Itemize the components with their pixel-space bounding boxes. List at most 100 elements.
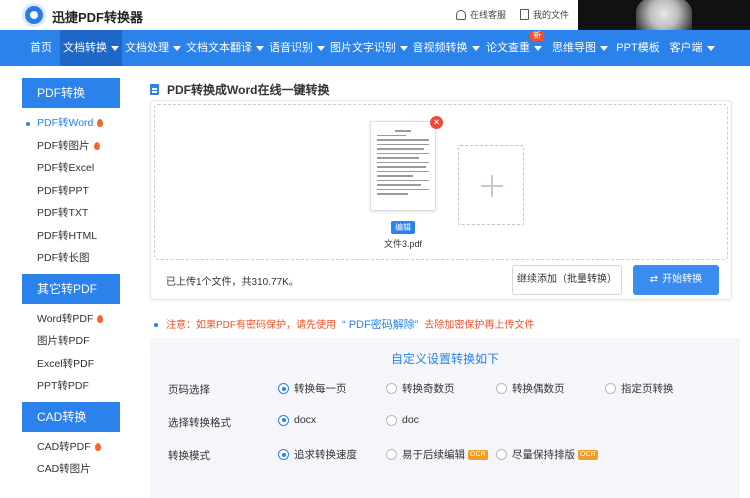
pdf-unlock-link[interactable]: “ PDF密码解除” <box>342 319 418 331</box>
chevron-down-icon <box>173 45 181 51</box>
nav-item-label: 文档处理 <box>125 42 169 54</box>
statue-face <box>636 0 692 30</box>
sidebar-item-label: PDF转图片 <box>37 139 90 152</box>
radio-option[interactable]: 追求转换速度 <box>278 447 357 462</box>
radio-label: 尽量保持排版 <box>512 449 575 461</box>
file-icon <box>520 9 529 20</box>
ocr-badge: OCR <box>468 449 488 460</box>
banner-image[interactable] <box>578 0 750 30</box>
remove-file-button[interactable]: × <box>430 116 443 129</box>
fire-icon <box>94 442 101 451</box>
sidebar-item-label: 图片转PDF <box>37 335 90 347</box>
radio-option[interactable]: doc <box>386 414 419 426</box>
radio-option[interactable]: 指定页转换 <box>605 381 674 396</box>
sidebar-group-title[interactable]: 其它转PDF <box>22 273 120 304</box>
radio-button[interactable] <box>496 383 507 394</box>
chevron-down-icon <box>400 45 408 51</box>
sidebar-item-label: PDF转TXT <box>37 207 89 219</box>
radio-option[interactable]: 尽量保持排版 OCR <box>496 447 598 462</box>
settings-row-label: 页码选择 <box>168 384 210 396</box>
file-thumbnail[interactable] <box>370 121 436 211</box>
sidebar-item[interactable]: PDF转长图 <box>22 247 120 270</box>
nav-item-8[interactable]: 思维导图 <box>546 30 614 66</box>
online-service-label: 在线客服 <box>470 10 507 20</box>
radio-button[interactable] <box>278 383 289 394</box>
continue-add-button[interactable]: 继续添加（批量转换） <box>512 265 622 295</box>
chevron-down-icon <box>256 45 264 51</box>
nav-item-9[interactable]: PPT模板 <box>614 30 662 66</box>
radio-option[interactable]: 易于后续编辑 OCR <box>386 447 488 462</box>
document-icon <box>150 84 159 95</box>
sidebar-item[interactable]: PDF转PPT <box>22 180 120 203</box>
chevron-down-icon <box>317 45 325 51</box>
nav-item-7[interactable]: 论文查重新 <box>482 30 546 66</box>
swap-icon: ⇄ <box>649 274 659 285</box>
password-notice: 注意：如果PDF有密码保护，请先使用 “ PDF密码解除” 去除加密保护再上传文件 <box>154 316 534 332</box>
nav-item-label: 音视频转换 <box>412 42 468 54</box>
sidebar-item[interactable]: PPT转PDF <box>22 375 120 398</box>
sidebar-group-title[interactable]: CAD转换 <box>22 401 120 432</box>
online-service-link[interactable]: 在线客服 <box>456 8 506 21</box>
sidebar-item[interactable]: Word转PDF <box>22 308 120 331</box>
sidebar-item-label: PDF转Word <box>37 117 94 129</box>
radio-button[interactable] <box>386 383 397 394</box>
nav-item-6[interactable]: 音视频转换 <box>410 30 482 66</box>
nav-item-1[interactable]: 文档转换 <box>60 30 122 66</box>
radio-button[interactable] <box>278 414 289 426</box>
sidebar: PDF转换 PDF转Word PDF转图片 PDF转Excel PDF转PPT PDF转T… <box>22 78 120 481</box>
nav-item-label: 语音识别 <box>269 42 313 54</box>
sidebar-item[interactable]: CAD转图片 <box>22 458 120 481</box>
nav-item-label: 首页 <box>30 42 52 54</box>
sidebar-group-title[interactable]: PDF转换 <box>22 78 120 108</box>
ocr-badge: OCR <box>578 449 598 460</box>
sidebar-item-label: Word转PDF <box>37 312 94 325</box>
nav-item-10[interactable]: 客户端 <box>662 30 722 66</box>
sidebar-item[interactable]: PDF转Word <box>22 112 120 135</box>
nav-item-label: 图片文字识别 <box>330 42 396 54</box>
nav-item-label: PPT模板 <box>616 42 660 54</box>
brand-name[interactable]: 迅捷PDF转换器 <box>52 7 143 26</box>
settings-row-label: 转换模式 <box>168 450 210 462</box>
logo-icon[interactable] <box>22 3 46 27</box>
notice-suffix: 去除加密保护再上传文件 <box>424 320 535 331</box>
nav-item-2[interactable]: 文档处理 <box>122 30 184 66</box>
nav-item-3[interactable]: 文档文本翻译 <box>184 30 266 66</box>
sidebar-item[interactable]: PDF转TXT <box>22 202 120 225</box>
nav-item-5[interactable]: 图片文字识别 <box>328 30 410 66</box>
radio-button[interactable] <box>386 414 397 426</box>
radio-option[interactable]: 转换偶数页 <box>496 381 565 396</box>
radio-label: 转换每一页 <box>294 383 347 395</box>
edit-file-button[interactable]: 编辑 <box>391 221 415 234</box>
sidebar-item[interactable]: PDF转Excel <box>22 157 120 180</box>
sidebar-item[interactable]: 图片转PDF <box>22 330 120 353</box>
radio-option[interactable]: 转换奇数页 <box>386 381 455 396</box>
start-convert-button[interactable]: ⇄ 开始转换 <box>633 265 719 295</box>
headset-icon <box>456 9 466 20</box>
nav-item-0[interactable]: 首页 <box>22 30 60 66</box>
radio-option[interactable]: 转换每一页 <box>278 381 347 396</box>
radio-label: 转换偶数页 <box>512 383 565 395</box>
radio-button[interactable] <box>605 383 616 394</box>
my-files-label: 我的文件 <box>533 10 570 20</box>
sidebar-item-label: CAD转图片 <box>37 463 91 475</box>
radio-button[interactable] <box>386 449 397 460</box>
chevron-down-icon <box>600 45 608 51</box>
sidebar-item-label: PPT转PDF <box>37 380 89 392</box>
chevron-down-icon <box>534 45 542 51</box>
add-file-button[interactable] <box>458 145 524 225</box>
sidebar-item[interactable]: CAD转PDF <box>22 436 120 459</box>
sidebar-item[interactable]: Excel转PDF <box>22 353 120 376</box>
sidebar-item[interactable]: PDF转HTML <box>22 225 120 248</box>
settings-row-label: 选择转换格式 <box>168 417 231 429</box>
settings-title: 自定义设置转换如下 <box>390 352 499 366</box>
dropzone[interactable]: × 编辑 文件3.pdf <box>154 104 728 260</box>
sidebar-item[interactable]: PDF转图片 <box>22 135 120 158</box>
nav-item-label: 客户端 <box>669 42 703 54</box>
my-files-link[interactable]: 我的文件 <box>520 8 569 21</box>
nav-item-4[interactable]: 语音识别 <box>266 30 328 66</box>
radio-option[interactable]: docx <box>278 414 316 426</box>
radio-label: 易于后续编辑 <box>402 449 465 461</box>
page-title-text: PDF转换成Word在线一键转换 <box>167 83 330 97</box>
radio-button[interactable] <box>496 449 507 460</box>
radio-button[interactable] <box>278 449 289 460</box>
